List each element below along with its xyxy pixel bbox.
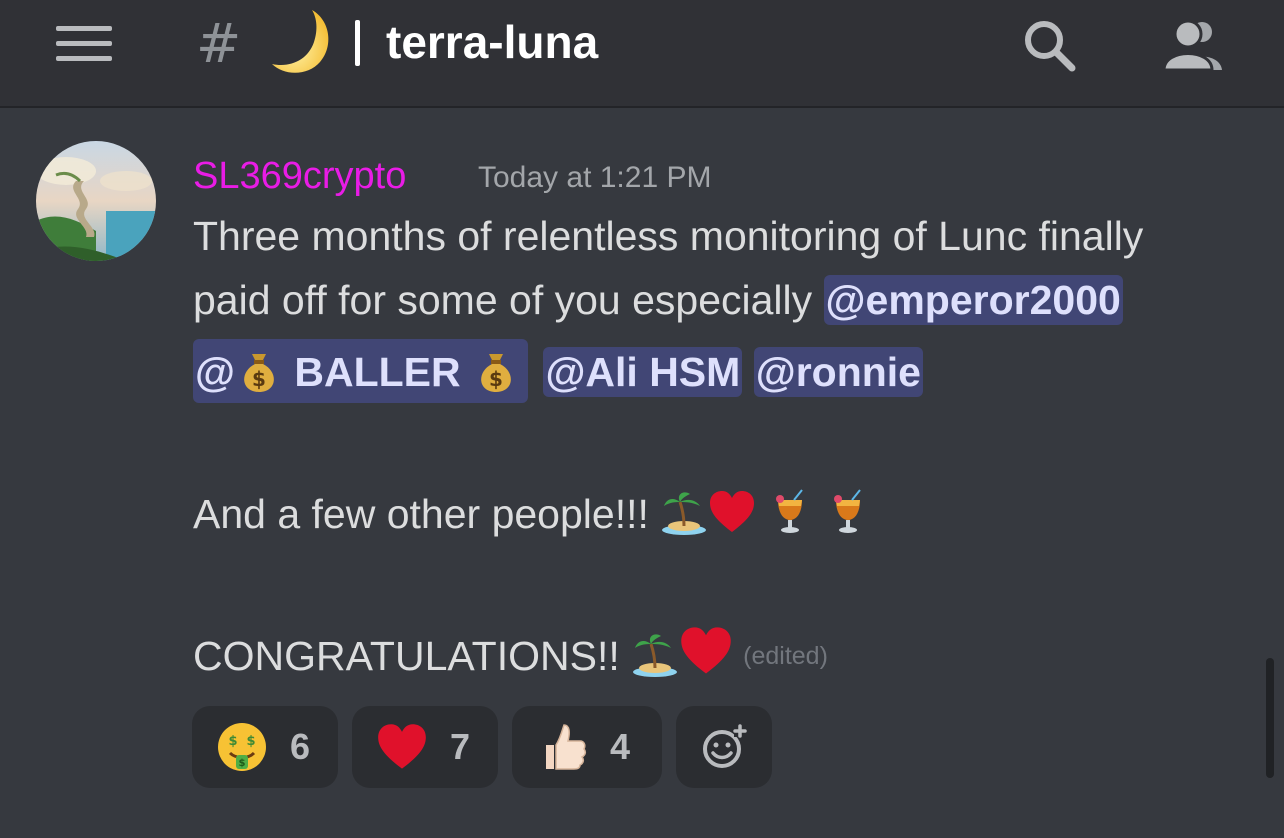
message-line-5: CONGRATULATIONS!! (edited) [193, 624, 828, 684]
edited-label: (edited) [743, 642, 828, 670]
reaction-thumbs-up[interactable]: 4 [512, 706, 662, 788]
tropical-drink-icon [834, 489, 862, 533]
reaction-count: 4 [610, 726, 631, 767]
red-heart-icon [681, 627, 731, 674]
members-icon[interactable] [1162, 18, 1228, 72]
message-line-1: Three months of relentless monitoring of… [193, 213, 1144, 259]
reaction-count: 6 [290, 726, 311, 767]
message-line-3: @ $ BALLER $ @Ali HSM @ronnie [193, 339, 923, 403]
red-heart-icon [710, 491, 755, 532]
title-separator [355, 20, 360, 66]
scrollbar[interactable] [1266, 658, 1274, 778]
money-bag-icon: $ [481, 354, 511, 392]
tropical-drink-icon [776, 489, 804, 533]
reactions-bar: $ $ $ 6 7 4 [192, 706, 772, 788]
message-timestamp: Today at 1:21 PM [478, 161, 712, 194]
message-line-2: paid off for some of you especially @emp… [193, 272, 1123, 328]
add-reaction-button[interactable] [676, 706, 772, 788]
message-text: And a few other people!!! [193, 491, 661, 537]
mention-emperor2000[interactable]: @emperor2000 [823, 275, 1123, 325]
reaction-count: 7 [450, 726, 471, 767]
reaction-money-mouth[interactable]: $ $ $ 6 [192, 706, 338, 788]
search-icon[interactable] [1022, 18, 1078, 74]
avatar[interactable] [36, 141, 156, 261]
add-reaction-icon [703, 724, 747, 768]
message-text: CONGRATULATIONS!! [193, 633, 632, 679]
desert-island-icon [633, 634, 678, 677]
svg-text:$: $ [228, 734, 237, 749]
hash-icon: # [196, 12, 242, 75]
message-line-4: And a few other people!!! [193, 486, 872, 542]
mention-ronnie[interactable]: @ronnie [753, 347, 923, 397]
crescent-moon-icon [272, 10, 329, 73]
channel-name: terra-luna [386, 16, 599, 68]
money-bag-icon: $ [244, 354, 274, 392]
money-mouth-face-icon: $ $ $ [218, 723, 266, 771]
hamburger-icon[interactable] [56, 26, 112, 62]
svg-text:$: $ [239, 758, 246, 769]
svg-text:$: $ [252, 367, 266, 391]
mention-baller[interactable]: @ $ BALLER $ [193, 339, 529, 403]
reaction-heart[interactable]: 7 [352, 706, 498, 788]
message-text: paid off for some of you especially [193, 277, 824, 323]
svg-text:$: $ [246, 734, 255, 749]
channel-header: # terra-luna [0, 0, 1284, 108]
red-heart-icon [378, 724, 426, 769]
message-author[interactable]: SL369crypto [193, 152, 406, 200]
svg-text:$: $ [489, 367, 503, 391]
mention-ali-hsm[interactable]: @Ali HSM [543, 347, 743, 397]
desert-island-icon [662, 492, 707, 535]
thumbs-up-icon [546, 724, 587, 770]
